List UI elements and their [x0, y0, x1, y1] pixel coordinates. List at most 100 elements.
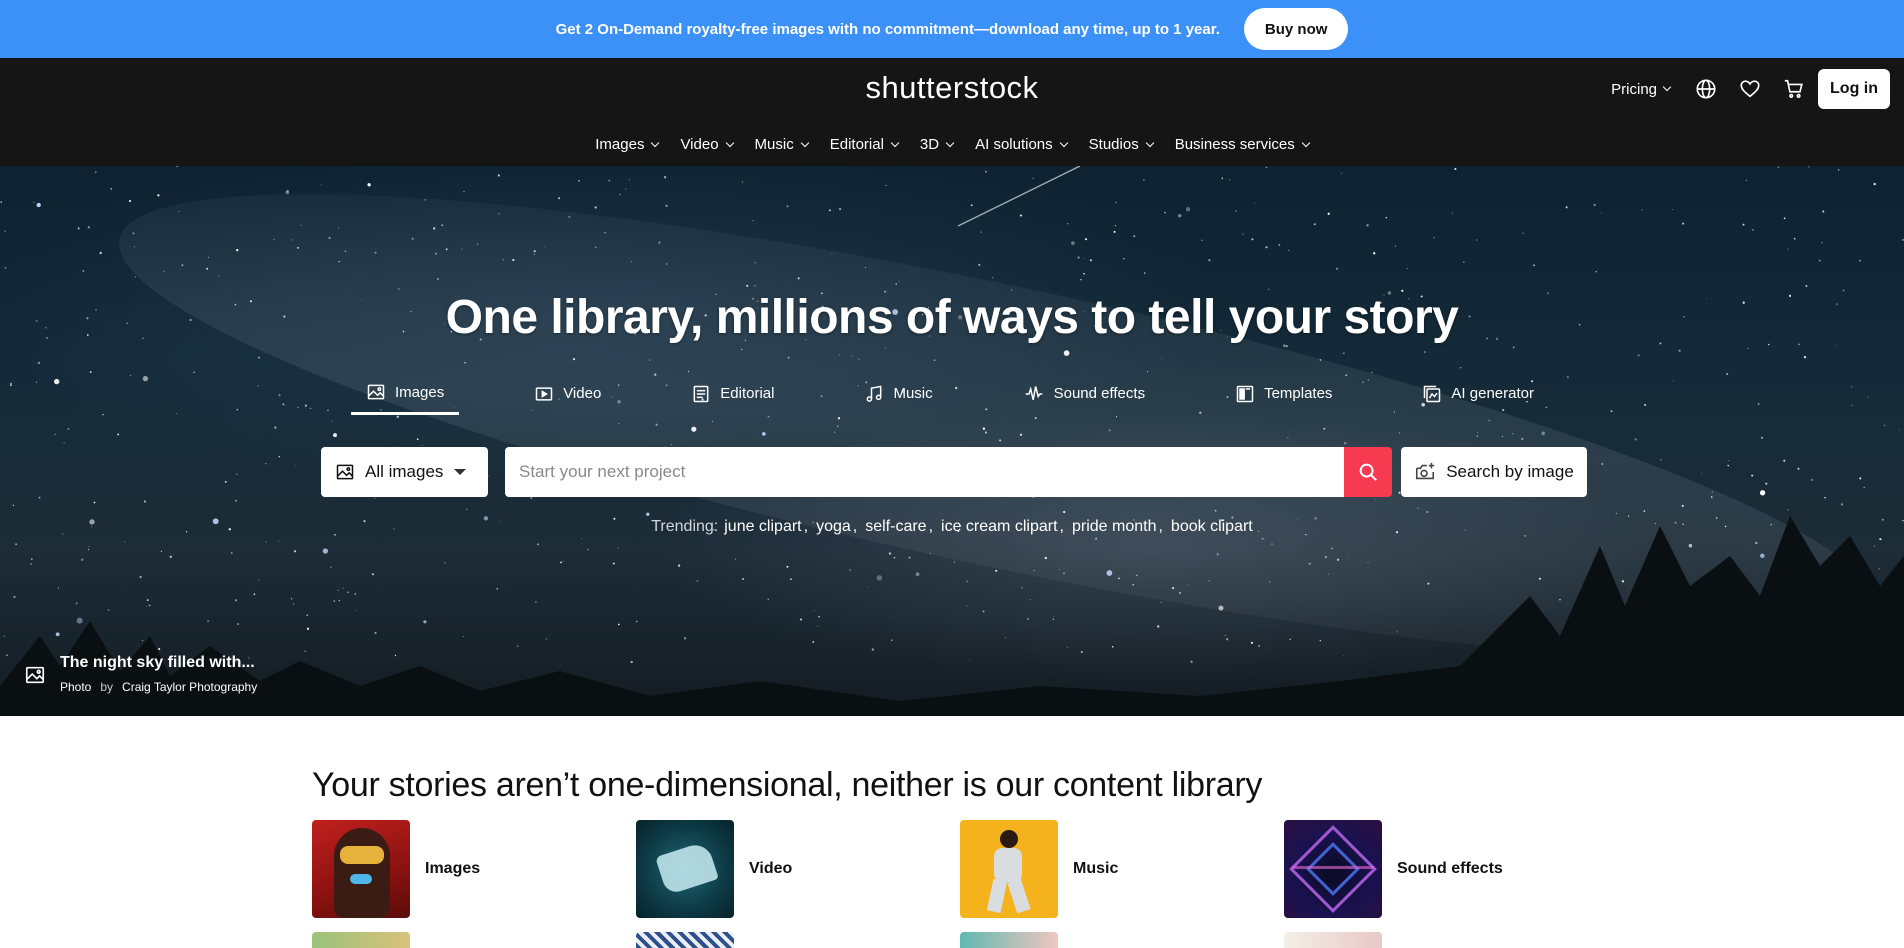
- author-link[interactable]: Craig Taylor Photography: [122, 680, 257, 694]
- favorites-button[interactable]: [1728, 69, 1772, 109]
- heart-icon: [1740, 80, 1760, 98]
- category-music[interactable]: Music: [960, 820, 1284, 918]
- login-button[interactable]: Log in: [1818, 69, 1890, 109]
- search-button[interactable]: [1344, 447, 1392, 497]
- tab-label: Sound effects: [1053, 385, 1146, 402]
- promo-banner: Get 2 On-Demand royalty-free images with…: [0, 0, 1904, 58]
- asset-type-value: All images: [365, 462, 444, 481]
- nav-music[interactable]: Music: [744, 136, 819, 153]
- section-title: Your stories aren’t one-dimensional, nei…: [312, 766, 1263, 804]
- templates-icon: [1236, 385, 1254, 402]
- language-button[interactable]: [1684, 69, 1728, 109]
- tab-ai-generator[interactable]: AI generator: [1407, 382, 1549, 415]
- image-icon: [336, 464, 354, 480]
- separator: ,: [803, 518, 809, 535]
- separator: ,: [1059, 518, 1064, 535]
- tab-label: Editorial: [720, 385, 775, 402]
- hero-title: One library, millions of ways to tell yo…: [445, 291, 1459, 344]
- media-type-tabs: Images Video Editorial Music Sound effec…: [351, 382, 1549, 415]
- nav-editorial[interactable]: Editorial: [819, 136, 909, 153]
- trending-link[interactable]: self-care: [865, 518, 926, 536]
- cart-icon: [1784, 79, 1803, 98]
- tab-music[interactable]: Music: [849, 382, 947, 415]
- nav-label: Editorial: [829, 136, 884, 153]
- pricing-label: Pricing: [1611, 80, 1658, 98]
- by-text: by: [100, 680, 114, 694]
- nav-video[interactable]: Video: [669, 136, 743, 153]
- video-icon: [535, 386, 553, 401]
- nav-label: AI solutions: [975, 136, 1053, 153]
- site-header: shutterstock Pricing Log in Images Video…: [0, 58, 1904, 166]
- separator: ,: [852, 518, 858, 535]
- category-thumbnail: [312, 932, 410, 948]
- category-tile-partial[interactable]: [1284, 932, 1608, 948]
- image-icon: [367, 384, 385, 400]
- nav-label: Video: [680, 136, 719, 153]
- nav-label: Business services: [1174, 136, 1295, 153]
- search-icon: [1359, 463, 1377, 481]
- category-images[interactable]: Images: [312, 820, 636, 918]
- tab-label: Templates: [1264, 385, 1333, 402]
- nav-label: Images: [595, 136, 645, 153]
- trending-link[interactable]: pride month: [1072, 518, 1157, 536]
- photo-title-link[interactable]: The night sky filled with...: [60, 654, 257, 672]
- separator: ,: [928, 518, 934, 535]
- chevron-down-icon: [1059, 138, 1068, 147]
- tab-video[interactable]: Video: [519, 382, 616, 415]
- category-grid: Images Video Music Sound effects: [312, 820, 1608, 918]
- trending-link[interactable]: ice cream clipart: [941, 518, 1057, 536]
- category-label: Images: [425, 860, 481, 877]
- search-input[interactable]: [505, 447, 1344, 497]
- music-note-icon: [867, 385, 882, 402]
- nav-studios[interactable]: Studios: [1078, 136, 1164, 153]
- chevron-down-icon: [1145, 138, 1154, 147]
- asset-type: Photo: [60, 680, 92, 694]
- chevron-down-icon: [1662, 82, 1672, 92]
- category-thumbnail: [312, 820, 410, 918]
- category-label: Sound effects: [1397, 860, 1503, 877]
- hero-banner: One library, millions of ways to tell yo…: [0, 166, 1904, 716]
- cart-button[interactable]: [1772, 69, 1816, 109]
- category-tile-partial[interactable]: [636, 932, 960, 948]
- search-by-image-label: Search by image: [1446, 462, 1574, 481]
- tab-editorial[interactable]: Editorial: [676, 382, 789, 415]
- header-actions: Pricing Log in: [1611, 69, 1890, 109]
- category-video[interactable]: Video: [636, 820, 960, 918]
- trending-link[interactable]: book clipart: [1171, 518, 1253, 536]
- nav-3d[interactable]: 3D: [909, 136, 964, 153]
- buy-now-button[interactable]: Buy now: [1243, 8, 1349, 50]
- nav-ai-solutions[interactable]: AI solutions: [964, 136, 1078, 153]
- nav-business-services[interactable]: Business services: [1164, 136, 1320, 153]
- category-grid-row-2: [312, 932, 1608, 948]
- category-tile-partial[interactable]: [960, 932, 1284, 948]
- category-label: Music: [1073, 860, 1119, 877]
- nav-images[interactable]: Images: [584, 136, 669, 153]
- dropdown-arrow-icon: [454, 469, 466, 475]
- image-icon: [25, 666, 45, 684]
- photo-credit: The night sky filled with... Photo by Cr…: [24, 654, 257, 694]
- tab-sound-effects[interactable]: Sound effects: [1008, 382, 1160, 415]
- chevron-down-icon: [800, 138, 809, 147]
- tab-label: Music: [893, 385, 933, 402]
- tab-templates[interactable]: Templates: [1220, 382, 1347, 415]
- main-nav: Images Video Music Editorial 3D AI solut…: [0, 136, 1904, 153]
- credit-line: Photo by Craig Taylor Photography: [60, 680, 257, 694]
- camera-icon: [1416, 462, 1435, 480]
- search-by-image-button[interactable]: Search by image: [1401, 447, 1587, 497]
- category-thumbnail: [636, 820, 734, 918]
- separator: ,: [1158, 518, 1163, 535]
- tab-images[interactable]: Images: [351, 382, 460, 415]
- ai-generator-icon: [1424, 385, 1441, 402]
- chevron-down-icon: [1301, 138, 1310, 147]
- trending-link[interactable]: june clipart: [724, 518, 801, 536]
- editorial-icon: [693, 385, 709, 402]
- waveform-icon: [1025, 385, 1042, 400]
- tab-label: Video: [563, 385, 602, 402]
- asset-type-select[interactable]: All images: [321, 447, 488, 497]
- trending-link[interactable]: yoga: [816, 518, 851, 536]
- category-sound-effects[interactable]: Sound effects: [1284, 820, 1608, 918]
- category-tile-partial[interactable]: [312, 932, 636, 948]
- tab-label: Images: [395, 383, 445, 401]
- chevron-down-icon: [725, 138, 734, 147]
- pricing-menu[interactable]: Pricing: [1611, 80, 1672, 98]
